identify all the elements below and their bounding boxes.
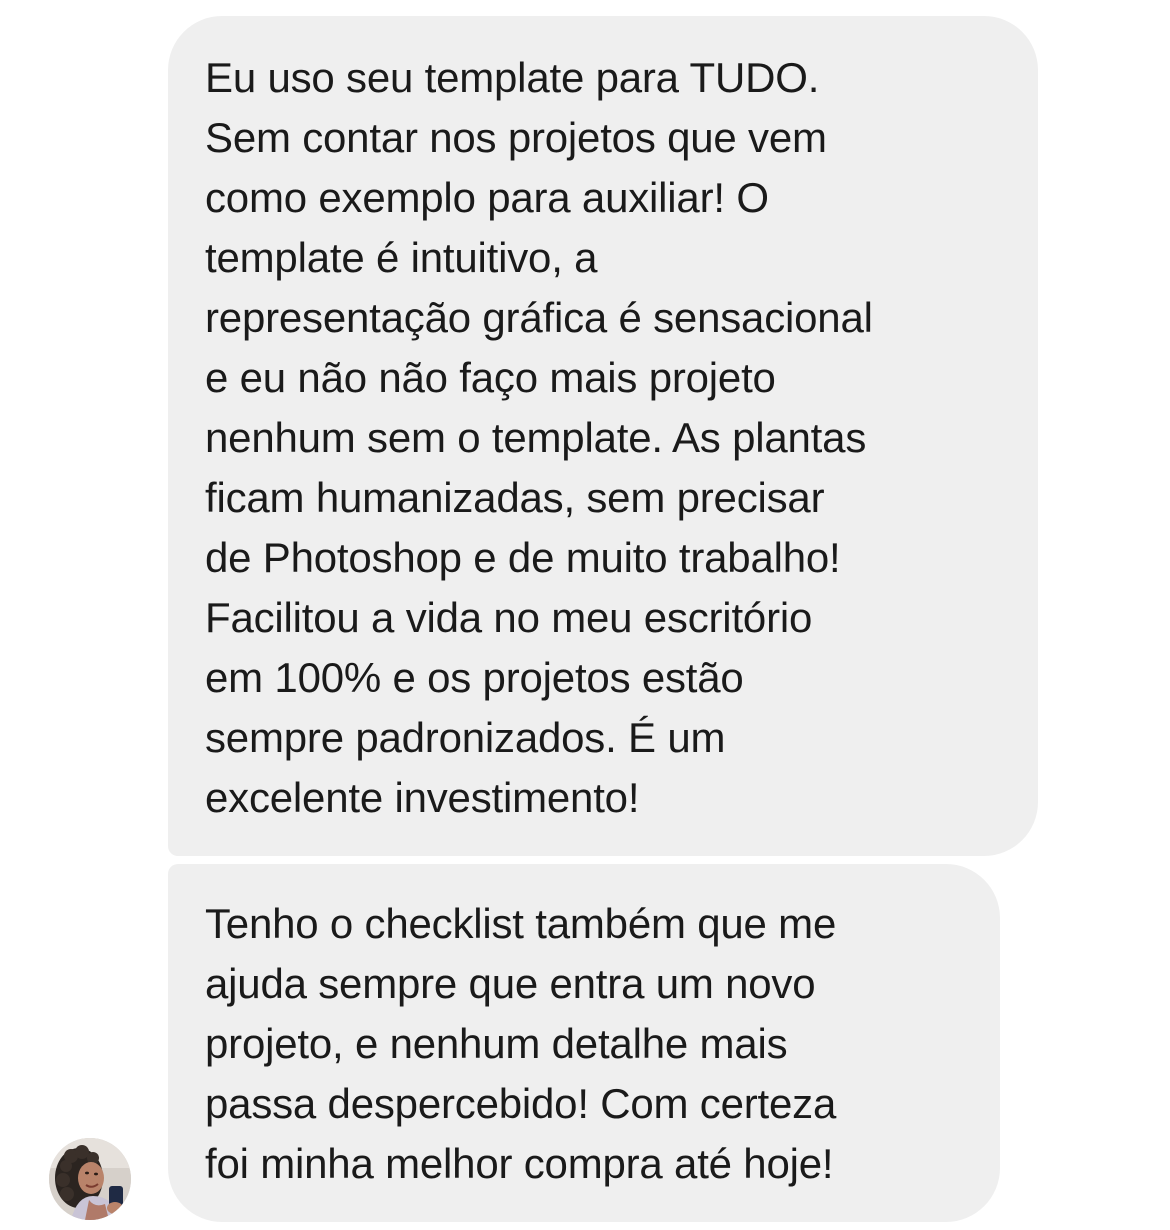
message-line: Sem contar nos projetos que vem bbox=[205, 114, 827, 161]
message-line: foi minha melhor compra até hoje! bbox=[205, 1140, 834, 1187]
message-line: ajuda sempre que entra um novo bbox=[205, 960, 816, 1007]
message-line: sempre padronizados. É um bbox=[205, 714, 726, 761]
message-line: de Photoshop e de muito trabalho! bbox=[205, 534, 841, 581]
message-line: como exemplo para auxiliar! O bbox=[205, 174, 769, 221]
message-bubble[interactable]: Eu uso seu template para TUDO. Sem conta… bbox=[168, 16, 1038, 856]
message-bubble[interactable]: Tenho o checklist também que me ajuda se… bbox=[168, 864, 1000, 1222]
message-line: Tenho o checklist também que me bbox=[205, 900, 837, 947]
message-thread: Eu uso seu template para TUDO. Sem conta… bbox=[0, 0, 1170, 1230]
user-avatar-photo[interactable] bbox=[49, 1138, 131, 1220]
message-line: projeto, e nenhum detalhe mais bbox=[205, 1020, 788, 1067]
message-line: Eu uso seu template para TUDO. bbox=[205, 54, 820, 101]
message-line: nenhum sem o template. As plantas bbox=[205, 414, 867, 461]
message-line: template é intuitivo, a bbox=[205, 234, 598, 281]
message-line: Facilitou a vida no meu escritório bbox=[205, 594, 813, 641]
message-line: representação gráfica é sensacional bbox=[205, 294, 873, 341]
message-line: excelente investimento! bbox=[205, 774, 640, 821]
message-line: e eu não não faço mais projeto bbox=[205, 354, 776, 401]
avatar-image bbox=[49, 1138, 131, 1220]
message-line: em 100% e os projetos estão bbox=[205, 654, 744, 701]
message-line: passa despercebido! Com certeza bbox=[205, 1080, 837, 1127]
message-line: ficam humanizadas, sem precisar bbox=[205, 474, 825, 521]
